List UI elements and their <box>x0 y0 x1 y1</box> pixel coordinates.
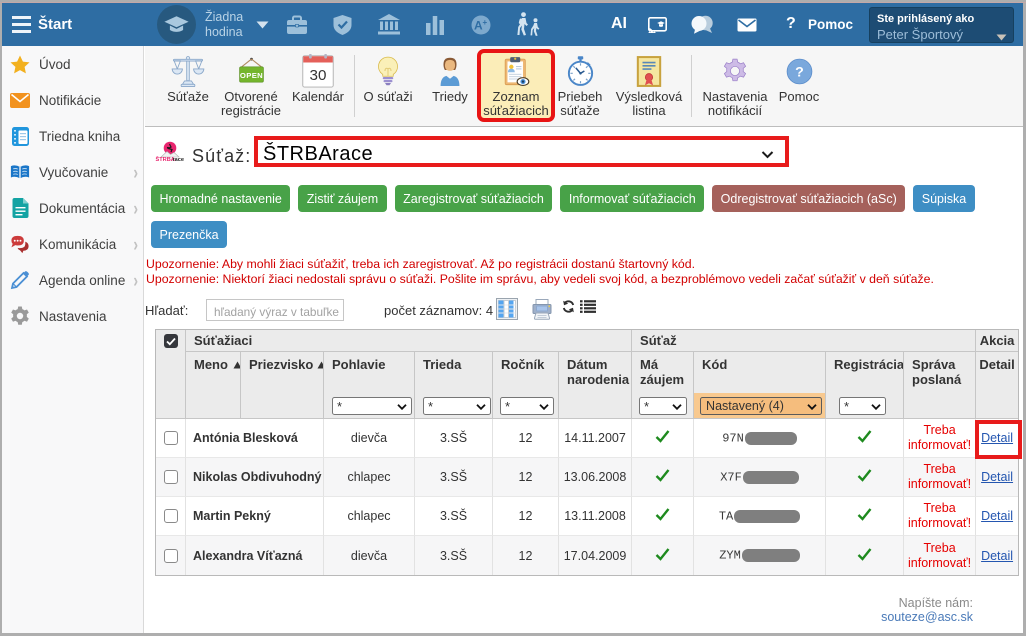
svg-text:30: 30 <box>310 67 327 84</box>
svg-text:+: + <box>483 18 488 27</box>
svg-text:race: race <box>173 157 185 162</box>
svg-text:?: ? <box>795 64 804 80</box>
svg-text:OPEN: OPEN <box>239 71 262 80</box>
